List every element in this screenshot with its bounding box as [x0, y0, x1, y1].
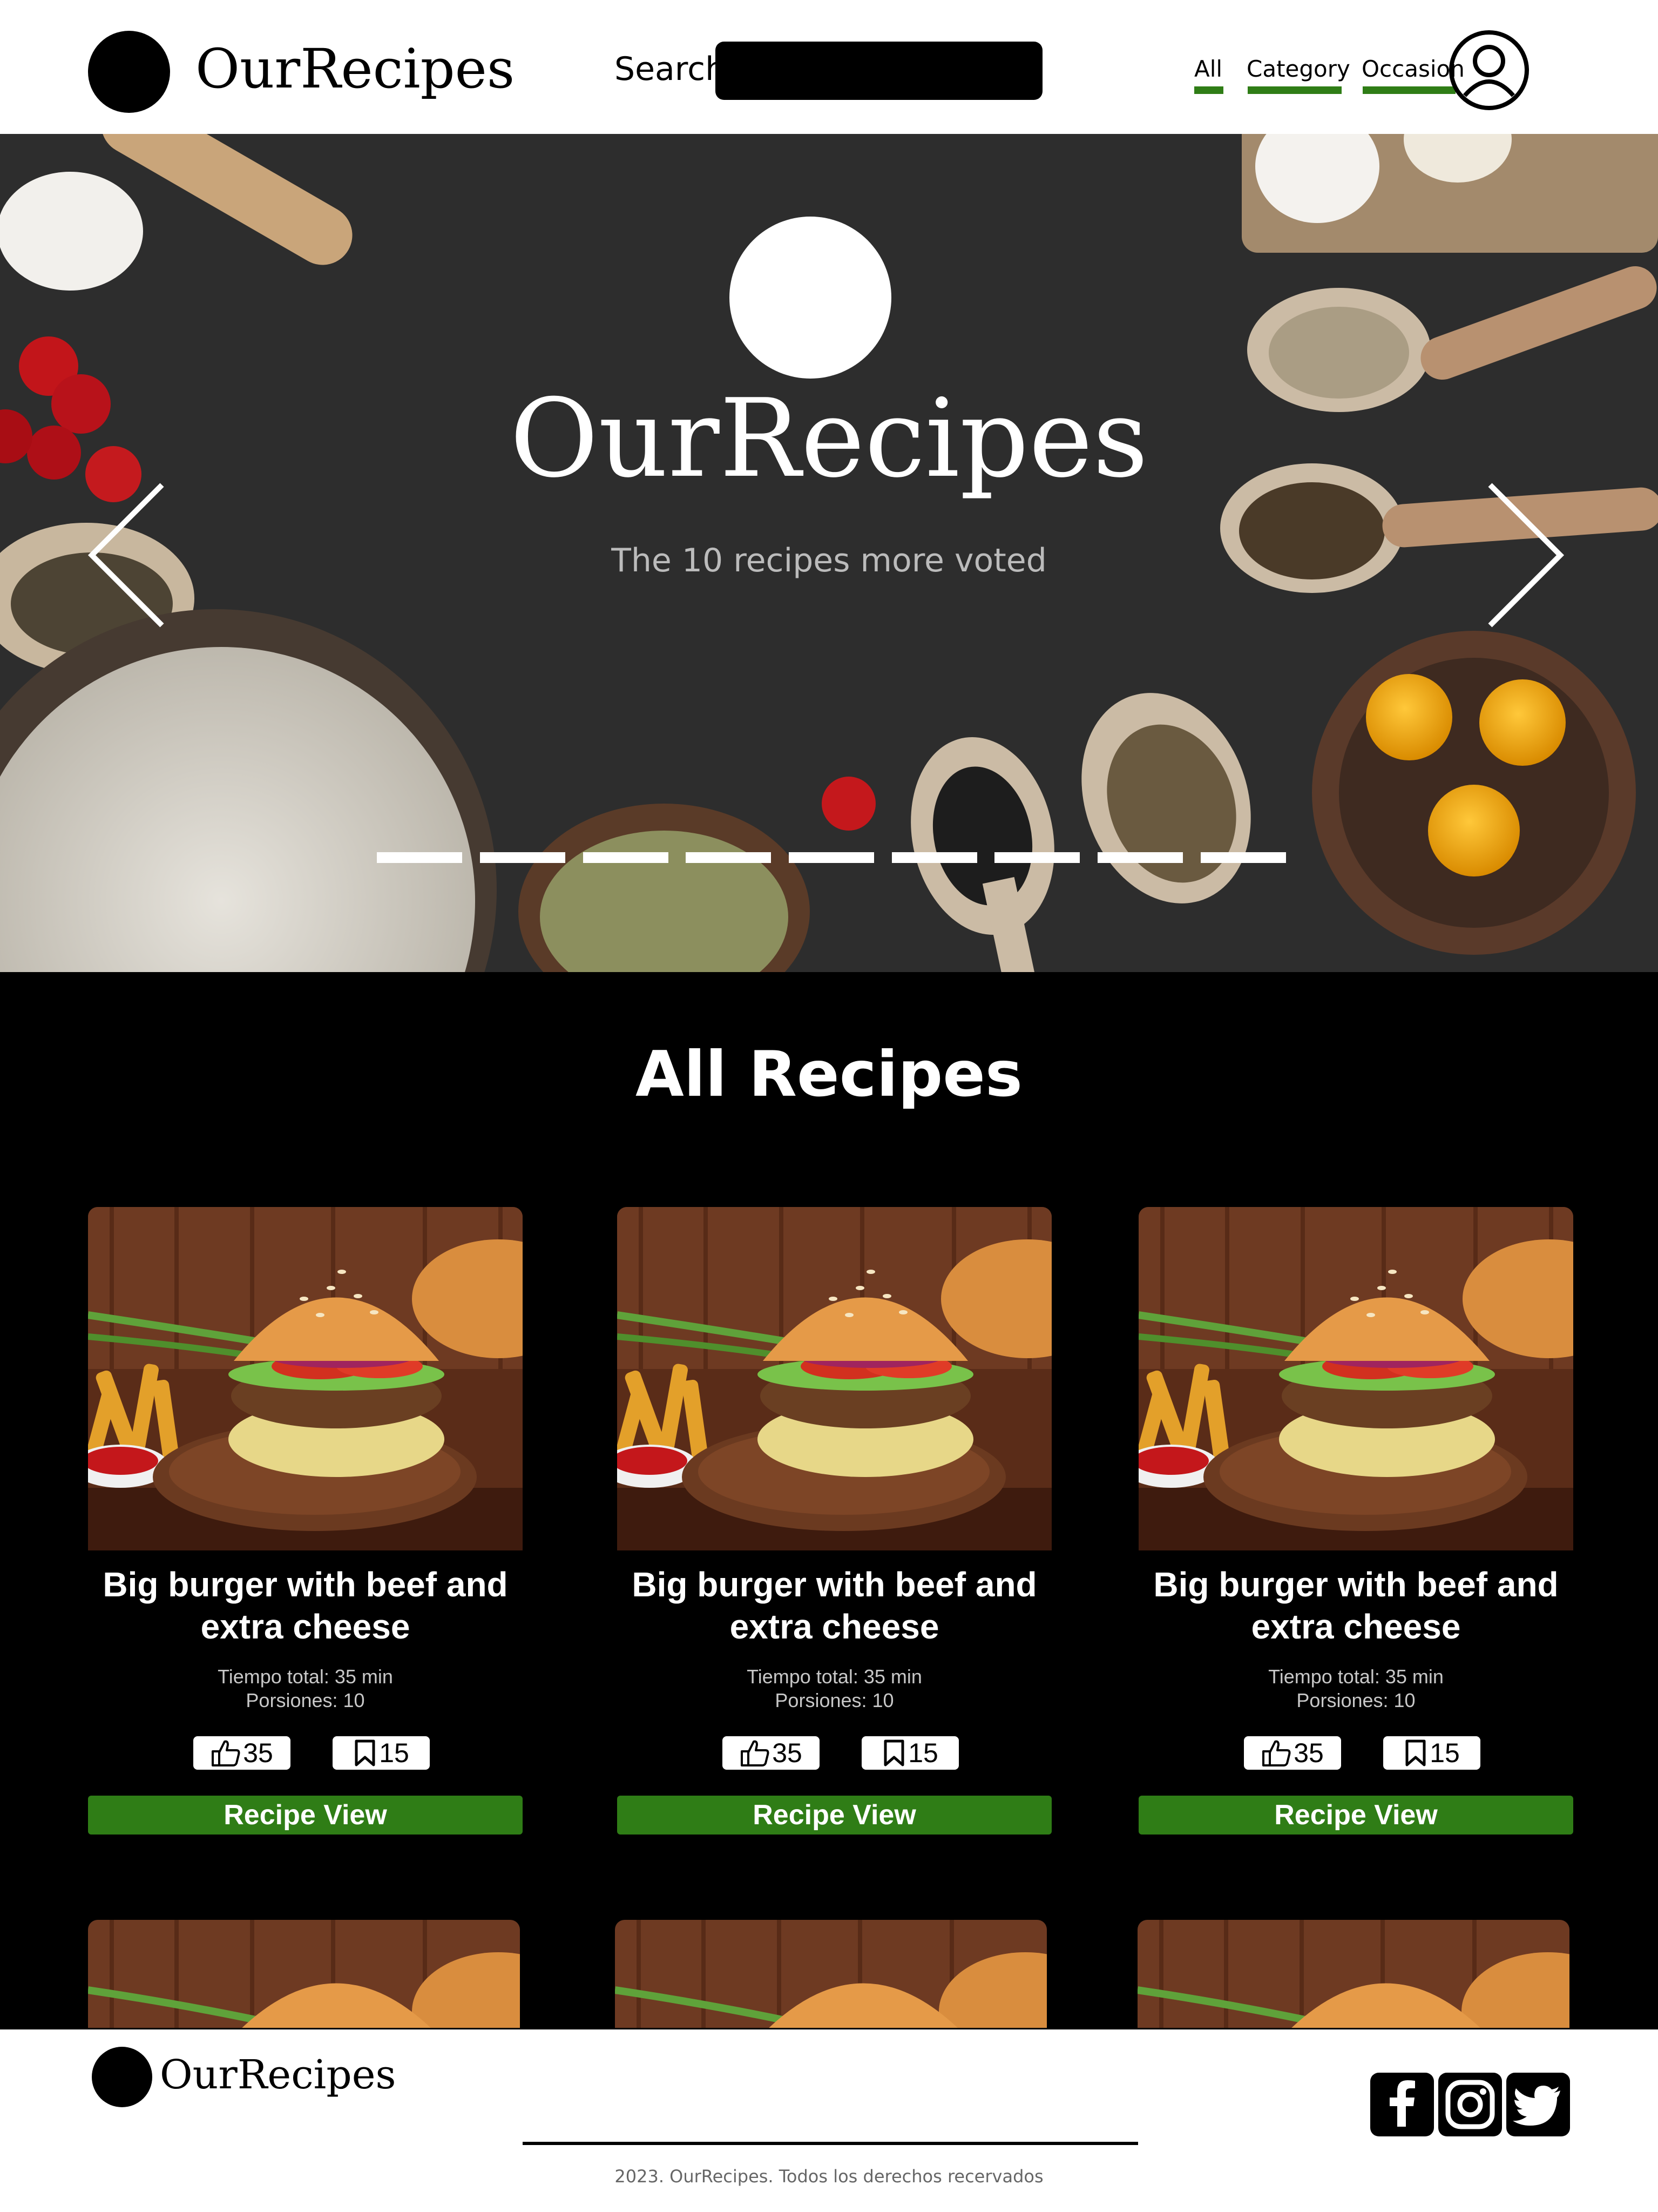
carousel-next-button[interactable]: [1485, 480, 1571, 631]
footer-copyright: 2023. OurRecipes. Todos los derechos rec…: [614, 2166, 1044, 2187]
section-title: All Recipes: [635, 1038, 1023, 1111]
bookmark-icon: [884, 1739, 904, 1766]
thumbs-up-icon: [741, 1740, 769, 1766]
recipe-title[interactable]: Big burger with beef and extra cheese: [606, 1563, 1063, 1648]
facebook-icon: [1390, 2080, 1415, 2127]
bookmark-icon: [1405, 1739, 1426, 1766]
save-count: 15: [908, 1738, 938, 1768]
recipe-image[interactable]: [88, 1207, 523, 1550]
carousel-indicator[interactable]: [1201, 852, 1286, 863]
like-button[interactable]: 35: [1244, 1736, 1341, 1770]
hero-subtitle: The 10 recipes more voted: [611, 542, 1047, 579]
recipe-image[interactable]: [1139, 1207, 1573, 1550]
footer-divider: [523, 2142, 1138, 2145]
footer-logo-icon[interactable]: [92, 2047, 152, 2107]
recipe-card: Big burger with beef and extra cheese Ti…: [1139, 1207, 1573, 1835]
like-count: 35: [772, 1738, 802, 1768]
burger-image: [88, 1207, 523, 1550]
user-circle-icon: [1449, 30, 1529, 110]
carousel-indicator[interactable]: [1098, 852, 1183, 863]
burger-image: [617, 1207, 1052, 1550]
hero-carousel: OurRecipes The 10 recipes more voted: [0, 134, 1658, 972]
carousel-indicator[interactable]: [789, 852, 874, 863]
carousel-indicators: [368, 852, 1295, 863]
twitter-link[interactable]: [1506, 2073, 1570, 2136]
hero-title: OurRecipes: [510, 376, 1148, 502]
burger-image: [88, 1920, 520, 2028]
save-count: 15: [379, 1738, 409, 1768]
logo-icon[interactable]: [88, 31, 170, 113]
recipe-title[interactable]: Big burger with beef and extra cheese: [77, 1563, 533, 1648]
user-account-button[interactable]: [1449, 30, 1530, 111]
carousel-indicator[interactable]: [583, 852, 668, 863]
recipe-total-time: Tiempo total: 35 min: [747, 1665, 922, 1688]
site-footer: OurRecipes 2023. OurRecipes. Todos los d…: [0, 2029, 1658, 2212]
recipe-card-image-partial[interactable]: [88, 1920, 520, 2028]
thumbs-up-icon: [212, 1740, 240, 1766]
recipe-view-button[interactable]: Recipe View: [88, 1796, 523, 1835]
chevron-left-icon: [87, 483, 164, 628]
footer-logo-text[interactable]: OurRecipes: [160, 2048, 396, 2102]
bookmark-icon: [355, 1739, 375, 1766]
carousel-indicator[interactable]: [892, 852, 977, 863]
nav-category-underline: [1248, 86, 1342, 94]
instagram-link[interactable]: [1438, 2073, 1502, 2136]
recipe-servings: Porsiones: 10: [775, 1689, 894, 1711]
nav-all[interactable]: All: [1194, 53, 1222, 85]
search-label: Search: [614, 50, 726, 88]
carousel-indicator[interactable]: [686, 852, 771, 863]
instagram-icon: [1445, 2080, 1495, 2129]
recipe-meta: Tiempo total: 35 min Porsiones: 10: [1139, 1665, 1573, 1712]
recipe-title[interactable]: Big burger with beef and extra cheese: [1128, 1563, 1584, 1648]
burger-image: [1139, 1207, 1573, 1550]
twitter-icon: [1513, 2086, 1560, 2126]
recipe-view-button[interactable]: Recipe View: [1139, 1796, 1573, 1835]
nav-occasion-underline: [1363, 86, 1456, 94]
carousel-indicator[interactable]: [994, 852, 1080, 863]
search-input[interactable]: [715, 42, 1043, 100]
chevron-right-icon: [1488, 483, 1565, 628]
recipe-card-image-partial[interactable]: [1138, 1920, 1569, 2028]
recipe-total-time: Tiempo total: 35 min: [218, 1665, 393, 1688]
nav-category[interactable]: Category: [1247, 53, 1350, 85]
like-count: 35: [243, 1738, 273, 1768]
carousel-prev-button[interactable]: [81, 480, 167, 631]
recipe-card: Big burger with beef and extra cheese Ti…: [617, 1207, 1052, 1835]
recipe-servings: Porsiones: 10: [246, 1689, 365, 1711]
burger-image: [615, 1920, 1047, 2028]
facebook-link[interactable]: [1370, 2073, 1434, 2136]
carousel-indicator[interactable]: [480, 852, 565, 863]
recipe-image[interactable]: [617, 1207, 1052, 1550]
recipe-servings: Porsiones: 10: [1296, 1689, 1416, 1711]
carousel-indicator[interactable]: [377, 852, 462, 863]
like-button[interactable]: 35: [193, 1736, 290, 1770]
recipe-view-button[interactable]: Recipe View: [617, 1796, 1052, 1835]
save-button[interactable]: 15: [333, 1736, 430, 1770]
burger-image: [1138, 1920, 1569, 2028]
site-logo-text[interactable]: OurRecipes: [195, 31, 515, 107]
save-button[interactable]: 15: [862, 1736, 959, 1770]
recipe-total-time: Tiempo total: 35 min: [1268, 1665, 1444, 1688]
recipe-meta: Tiempo total: 35 min Porsiones: 10: [617, 1665, 1052, 1712]
like-button[interactable]: 35: [722, 1736, 820, 1770]
hero-logo-icon: [729, 217, 891, 379]
recipe-card-image-partial[interactable]: [615, 1920, 1047, 2028]
thumbs-up-icon: [1262, 1740, 1291, 1766]
save-count: 15: [1430, 1738, 1460, 1768]
save-button[interactable]: 15: [1383, 1736, 1480, 1770]
like-count: 35: [1294, 1738, 1324, 1768]
recipe-meta: Tiempo total: 35 min Porsiones: 10: [88, 1665, 523, 1712]
nav-all-underline: [1194, 86, 1223, 94]
site-header: OurRecipes Search All Category Occasion: [0, 0, 1658, 134]
recipe-card: Big burger with beef and extra cheese Ti…: [88, 1207, 523, 1835]
